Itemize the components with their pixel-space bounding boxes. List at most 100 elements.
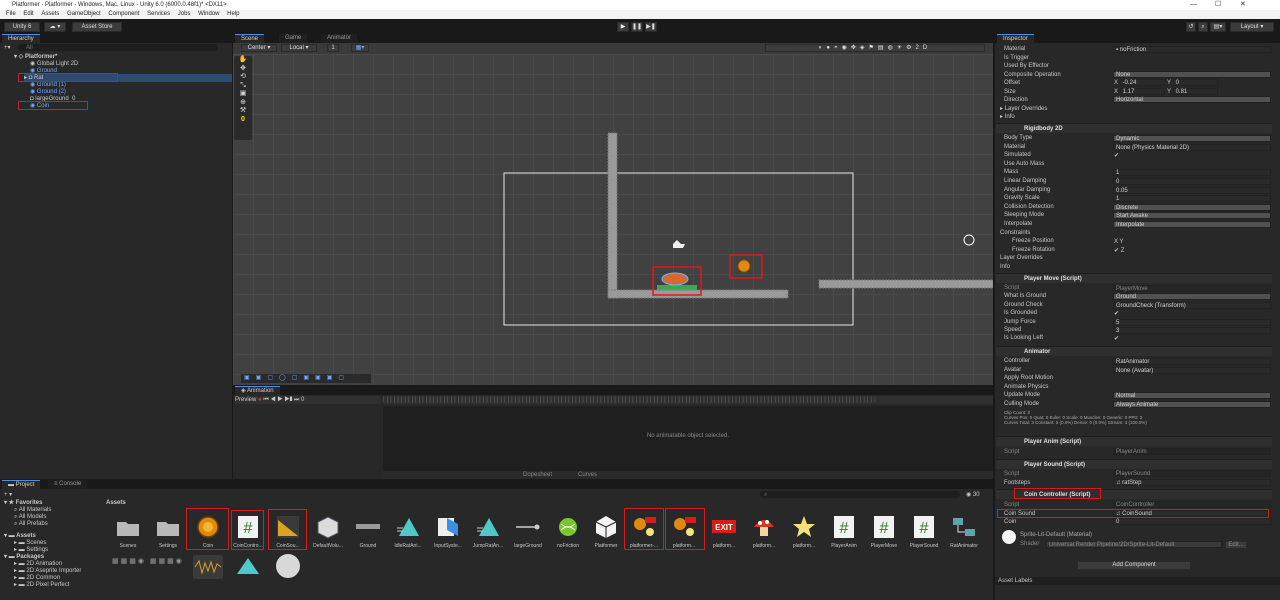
- asset-item[interactable]: Scenes: [110, 514, 146, 549]
- offset-x[interactable]: X -0.24: [1114, 79, 1165, 87]
- animator-prop-value[interactable]: Normal: [1113, 392, 1271, 400]
- animator-prop-value[interactable]: Always Animate: [1113, 401, 1271, 408]
- fav-all-prefabs[interactable]: ⌕ All Prefabs: [14, 520, 48, 528]
- maximize-icon[interactable]: ☐: [1215, 0, 1221, 10]
- player-move-prop-value[interactable]: ✔: [1114, 310, 1119, 318]
- tile-palette-overlay[interactable]: ▣▣▢◯▢▣▣▣▢: [241, 374, 371, 383]
- close-icon[interactable]: ✕: [1240, 0, 1246, 10]
- tab-curves[interactable]: Curves: [578, 472, 597, 478]
- tool-icons[interactable]: ✋ ✥ ⟲ ⤡ ▣ ⊕ ⚒: [234, 56, 252, 116]
- player-move-prop-value[interactable]: 5: [1113, 318, 1271, 326]
- minimize-icon[interactable]: —: [1190, 0, 1197, 10]
- player-move-prop-value[interactable]: 3: [1113, 327, 1271, 334]
- account-button[interactable]: Unity 6: [4, 22, 40, 32]
- tab-inspector[interactable]: Inspector: [997, 34, 1034, 43]
- player-move-prop-value[interactable]: Ground: [1113, 293, 1271, 301]
- tab-animation[interactable]: ◈ Animation: [235, 386, 280, 395]
- tab-console[interactable]: ≡ Console: [48, 480, 88, 489]
- animator-prop-value[interactable]: RatAnimator: [1113, 358, 1271, 365]
- asset-item[interactable]: largeGround: [510, 514, 546, 549]
- coin-field[interactable]: 0: [1113, 518, 1271, 525]
- pivot-dropdown[interactable]: Center ▾: [241, 44, 277, 52]
- space-dropdown[interactable]: Local ▾: [281, 44, 317, 52]
- tab-scene[interactable]: Scene: [235, 34, 265, 43]
- asset-item[interactable]: EXIT platform...: [706, 514, 742, 549]
- menu-jobs[interactable]: Jobs: [178, 11, 191, 17]
- rigidbody-prop-value[interactable]: 1: [1113, 195, 1271, 203]
- size-y[interactable]: Y 0.81: [1167, 88, 1218, 96]
- menu-services[interactable]: Services: [147, 11, 170, 17]
- animator-prop-value[interactable]: None (Avatar): [1113, 366, 1271, 374]
- asset-labels-bar[interactable]: Asset Labels: [996, 577, 1280, 585]
- menu-gameobject[interactable]: GameObject: [67, 11, 101, 17]
- asset-item[interactable]: # PlayerSound: [906, 514, 942, 549]
- info-foldout[interactable]: ▸ Info: [1000, 113, 1015, 121]
- pause-icon[interactable]: ❚❚: [631, 22, 643, 32]
- timeline-ruler[interactable]: ||||||||||||||||||||||||||||||||||||||||…: [383, 396, 993, 404]
- offset-y[interactable]: Y 0: [1167, 79, 1218, 87]
- tab-animator[interactable]: Animator: [321, 34, 358, 43]
- asset-store-button[interactable]: Asset Store: [72, 22, 122, 32]
- animator-header[interactable]: Animator: [996, 346, 1272, 356]
- audio-waveform-icon[interactable]: [193, 555, 223, 579]
- rigidbody-prop-value[interactable]: Discrete: [1113, 203, 1271, 211]
- asset-item[interactable]: platform...: [786, 514, 822, 549]
- direction-dropdown[interactable]: Horizontal: [1113, 96, 1271, 103]
- asset-item[interactable]: Settings: [150, 514, 186, 549]
- scene-view-options[interactable]: ◐●◓◉✥◈⚑▤◍☀⚙2D: [765, 44, 985, 52]
- rigidbody-prop-value[interactable]: X Y: [1114, 238, 1124, 246]
- size-x[interactable]: X 1.17: [1114, 88, 1165, 96]
- snap-value[interactable]: 1: [327, 44, 339, 52]
- rigidbody-prop-value[interactable]: ✔ Z: [1114, 247, 1124, 255]
- settings-asset-icon[interactable]: [276, 554, 300, 578]
- animation-clip-icon[interactable]: [236, 557, 260, 575]
- playback-icons[interactable]: ⏮ ◀ ▶ ▶❚ ⏭: [263, 397, 299, 403]
- add-component-button[interactable]: Add Component: [1077, 561, 1191, 570]
- rigidbody-prop-value[interactable]: Interpolate: [1113, 221, 1271, 228]
- player-move-prop-value[interactable]: GroundCheck (Transform): [1113, 301, 1271, 309]
- menu-help[interactable]: Help: [227, 11, 239, 17]
- cloud-icon[interactable]: ☁ ▾: [44, 22, 66, 32]
- sprite-frames-row[interactable]: ▦▦▦◉ ▦▦▦◉: [112, 557, 184, 579]
- tab-game[interactable]: Game: [279, 34, 308, 43]
- history-icon[interactable]: ↺: [1186, 22, 1196, 32]
- project-add-icon[interactable]: + ▾: [4, 491, 12, 499]
- asset-item[interactable]: JumpRatAn...: [470, 514, 506, 549]
- player-move-prop-value[interactable]: ✔: [1114, 335, 1119, 343]
- menu-component[interactable]: Component: [108, 11, 139, 17]
- shader-dropdown[interactable]: Universal Render Pipeline/2D/Sprite-Lit-…: [1046, 541, 1222, 548]
- asset-item[interactable]: InputSyste...: [430, 514, 466, 549]
- layers-button[interactable]: ▤▾: [1210, 22, 1226, 32]
- rigidbody-prop-value[interactable]: 0.05: [1113, 186, 1271, 194]
- hierarchy-search-input[interactable]: All: [18, 44, 218, 51]
- player-sound-header[interactable]: Player Sound (Script): [996, 459, 1272, 469]
- asset-item[interactable]: # PlayerAnim: [826, 514, 862, 549]
- asset-item[interactable]: Ground: [350, 514, 386, 549]
- rigidbody-prop-value[interactable]: 0: [1113, 178, 1271, 185]
- footsteps-field[interactable]: ♫ ratStep: [1113, 479, 1271, 486]
- material-field[interactable]: ▪ noFriction: [1113, 46, 1271, 53]
- player-move-header[interactable]: Player Move (Script): [996, 273, 1272, 283]
- search-icon[interactable]: ⌕: [1198, 22, 1208, 32]
- rigidbody-prop-value[interactable]: 1: [1113, 169, 1271, 177]
- rigidbody-prop-value[interactable]: Dynamic: [1113, 135, 1271, 142]
- package-pixel-perfect[interactable]: ▸ ▬ 2D Pixel Perfect: [14, 581, 69, 589]
- menu-edit[interactable]: Edit: [23, 11, 33, 17]
- asset-item[interactable]: noFriction: [550, 514, 586, 549]
- scene-viewport[interactable]: ✋ ✥ ⟲ ⤡ ▣ ⊕ ⚒ 0 ▣▣▢◯▢▣▣▣▢: [233, 54, 993, 385]
- asset-item[interactable]: platform...: [746, 514, 782, 549]
- asset-item[interactable]: IdleRatAni...: [390, 514, 426, 549]
- rigidbody-prop-value[interactable]: Start Awake: [1113, 212, 1271, 220]
- project-search-input[interactable]: ⌕: [760, 491, 960, 498]
- rigidbody-prop-value[interactable]: ✔: [1114, 152, 1119, 160]
- edit-shader-button[interactable]: Edit...: [1225, 541, 1247, 549]
- tab-project[interactable]: ▬ Project: [2, 480, 41, 489]
- add-icon[interactable]: +▾: [4, 44, 14, 52]
- menu-assets[interactable]: Assets: [41, 11, 59, 17]
- composite-operation-dropdown[interactable]: None: [1113, 71, 1271, 78]
- asset-item[interactable]: Platformer: [588, 514, 624, 549]
- rigidbody-prop-value[interactable]: None (Physics Material 2D): [1113, 143, 1271, 151]
- player-anim-header[interactable]: Player Anim (Script): [996, 436, 1272, 446]
- asset-item[interactable]: # PlayerMove: [866, 514, 902, 549]
- frame-field[interactable]: 0: [301, 397, 304, 403]
